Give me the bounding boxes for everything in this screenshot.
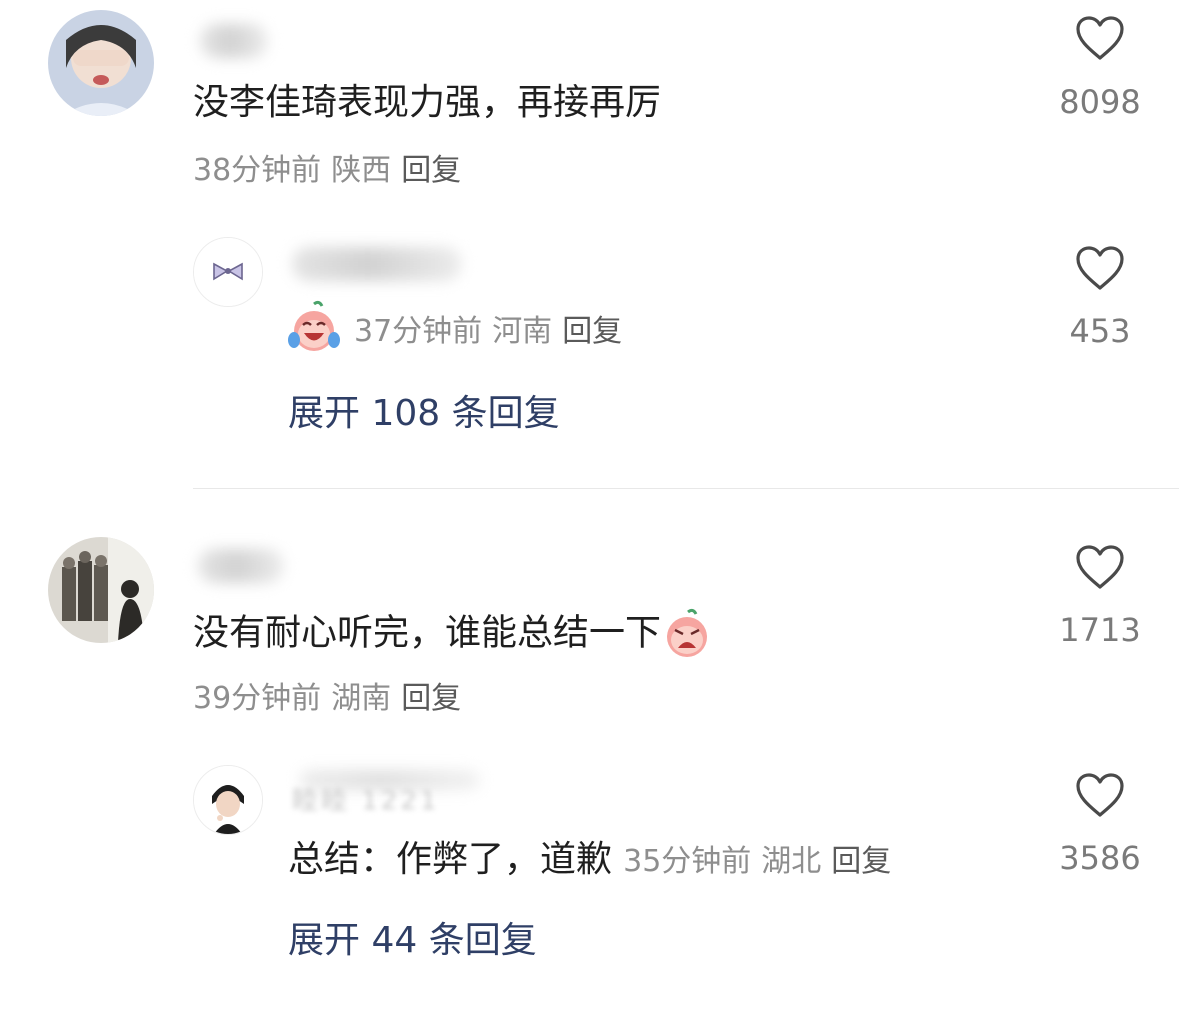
like-count: 453 bbox=[1069, 312, 1131, 350]
reply-avatar[interactable] bbox=[193, 237, 263, 307]
like-button[interactable] bbox=[1030, 543, 1170, 595]
comment-time: 38分钟前 bbox=[193, 153, 322, 188]
reply-button[interactable]: 回复 bbox=[831, 844, 891, 879]
reply-line: 总结：作弊了，道歉 35分钟前 湖北 回复 bbox=[288, 838, 901, 882]
comment-location: 湖南 bbox=[331, 681, 392, 716]
like-count: 1713 bbox=[1059, 611, 1141, 649]
reply-time: 37分钟前 bbox=[354, 314, 483, 349]
reply-meta: 37分钟前 河南 回复 bbox=[354, 312, 632, 352]
heart-outline-icon bbox=[1076, 246, 1124, 290]
comment-text: 没李佳琦表现力强，再接再厉 bbox=[193, 82, 662, 123]
comment-divider bbox=[193, 488, 1179, 489]
like-button[interactable] bbox=[1030, 771, 1170, 823]
reply-meta: 35分钟前 湖北 回复 bbox=[623, 844, 901, 879]
heart-outline-icon bbox=[1076, 16, 1124, 60]
comment-location: 陕西 bbox=[331, 153, 392, 188]
crying-peach-emoji bbox=[661, 608, 713, 661]
reply-time: 35分钟前 bbox=[623, 844, 752, 879]
commenter-username-redacted[interactable] bbox=[200, 24, 268, 58]
heart-outline-icon bbox=[1076, 545, 1124, 589]
like-count: 8098 bbox=[1059, 83, 1141, 121]
crying-laughing-peach-emoji bbox=[286, 300, 342, 360]
commenter-avatar[interactable] bbox=[48, 537, 154, 643]
heart-outline-icon bbox=[1076, 773, 1124, 817]
reply-username-blur bbox=[300, 770, 480, 790]
expand-replies-button[interactable]: 展开 108 条回复 bbox=[288, 392, 560, 436]
reply-location: 湖北 bbox=[761, 844, 822, 879]
reply-button[interactable]: 回复 bbox=[401, 681, 461, 716]
commenter-avatar[interactable] bbox=[48, 10, 154, 116]
reply-avatar[interactable] bbox=[193, 765, 263, 835]
like-button[interactable] bbox=[1030, 244, 1170, 296]
comment-meta: 38分钟前 陕西 回复 bbox=[193, 151, 471, 191]
comment-text-content: 没有耐心听完，谁能总结一下 bbox=[193, 612, 662, 654]
reply-username-redacted[interactable] bbox=[292, 247, 462, 281]
reply-button[interactable]: 回复 bbox=[401, 153, 461, 188]
like-count: 3586 bbox=[1059, 839, 1141, 877]
reply-location: 河南 bbox=[492, 314, 553, 349]
comment-time: 39分钟前 bbox=[193, 681, 322, 716]
comment-meta: 39分钟前 湖南 回复 bbox=[193, 679, 471, 719]
like-button[interactable] bbox=[1030, 14, 1170, 66]
commenter-username-redacted[interactable] bbox=[198, 549, 284, 583]
reply-text: 总结：作弊了，道歉 bbox=[288, 839, 613, 880]
expand-replies-button[interactable]: 展开 44 条回复 bbox=[288, 919, 537, 963]
reply-button[interactable]: 回复 bbox=[562, 314, 622, 349]
comment-text: 没有耐心听完，谁能总结一下 bbox=[193, 608, 713, 661]
